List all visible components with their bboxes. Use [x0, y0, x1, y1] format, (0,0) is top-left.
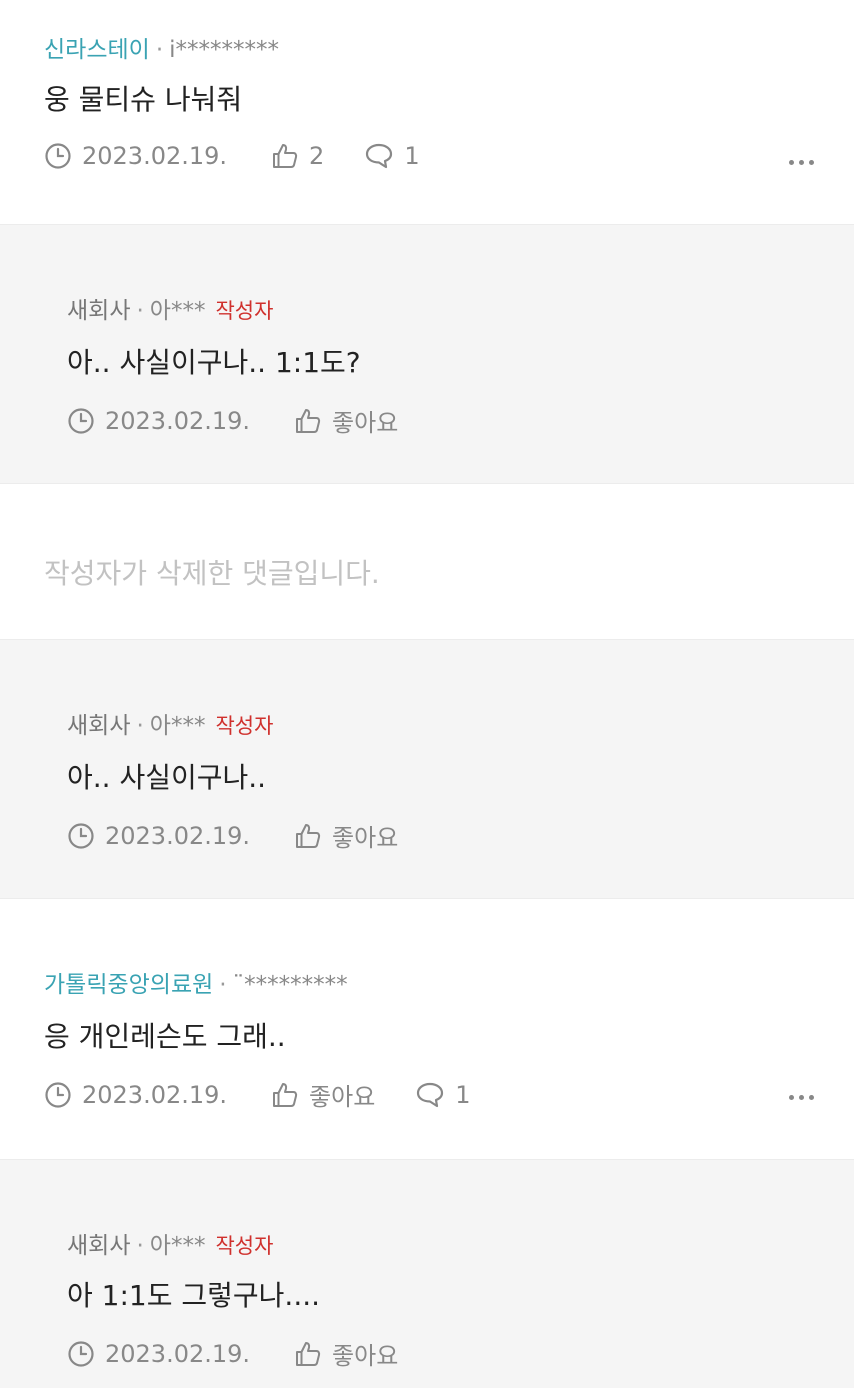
- comment-footer: 2023.02.19. 좋아요 1: [44, 1077, 471, 1112]
- clock-icon: [45, 143, 71, 169]
- company-name[interactable]: 새회사: [67, 1233, 130, 1259]
- like-label: 좋아요: [332, 824, 399, 852]
- reply-item: 새회사 · 아*** 작성자 아.. 사실이구나.. 2023.02.19. 좋아요: [0, 640, 854, 899]
- user-id: 아***: [149, 713, 206, 739]
- deleted-comment-text: 작성자가 삭제한 댓글입니다.: [44, 557, 380, 590]
- comment-date: 2023.02.19.: [105, 821, 251, 850]
- separator-dot: ·: [136, 298, 144, 324]
- separator-dot: ·: [136, 1233, 144, 1259]
- reply-item: 새회사 · 아*** 작성자 아 1:1도 그렇구나.... 2023.02.19. …: [0, 1160, 854, 1388]
- like-button[interactable]: 좋아요: [294, 818, 398, 853]
- user-id: ¨*********: [232, 972, 348, 998]
- reply-button[interactable]: 1: [415, 1080, 471, 1109]
- speech-bubble-icon: [366, 143, 393, 169]
- comment-meta: 신라스테이 · i*********: [44, 30, 279, 64]
- reply-button[interactable]: 1: [364, 142, 420, 170]
- comment-meta: 새회사 · 아*** 작성자: [67, 706, 273, 740]
- like-button[interactable]: 좋아요: [271, 1077, 375, 1112]
- comment-footer: 2023.02.19. 2 1: [44, 142, 420, 170]
- like-label: 좋아요: [309, 1083, 376, 1111]
- like-count: 2: [309, 142, 325, 170]
- comment-date: 2023.02.19.: [82, 142, 228, 170]
- comment-meta: 가톨릭중앙의료원 · ¨*********: [44, 965, 348, 999]
- clock-icon: [68, 822, 94, 849]
- user-id: i*********: [169, 37, 280, 63]
- company-name[interactable]: 신라스테이: [44, 37, 150, 63]
- separator-dot: ·: [155, 37, 164, 63]
- clock-icon: [45, 1081, 71, 1108]
- comment-text: 아.. 사실이구나.. 1:1도?: [67, 346, 361, 379]
- like-button[interactable]: 2: [271, 142, 324, 170]
- author-badge: 작성자: [215, 299, 274, 323]
- timestamp: 2023.02.19.: [67, 822, 250, 850]
- timestamp: 2023.02.19.: [44, 1081, 227, 1109]
- timestamp: 2023.02.19.: [67, 407, 250, 435]
- thumbs-up-icon: [273, 144, 298, 168]
- clock-icon: [68, 1340, 94, 1367]
- reply-count: 1: [404, 142, 420, 170]
- separator-dot: ·: [136, 713, 144, 739]
- reply-item: 새회사 · 아*** 작성자 아.. 사실이구나.. 1:1도? 2023.02.19…: [0, 225, 854, 484]
- comment-text: 아.. 사실이구나..: [67, 761, 267, 794]
- user-id: 아***: [149, 298, 206, 324]
- comment-date: 2023.02.19.: [105, 1339, 251, 1368]
- like-label: 좋아요: [332, 1342, 399, 1370]
- thumbs-up-icon: [273, 1082, 298, 1107]
- comment-meta: 새회사 · 아*** 작성자: [67, 1226, 273, 1260]
- clock-icon: [68, 407, 94, 434]
- company-name[interactable]: 가톨릭중앙의료원: [44, 972, 213, 998]
- company-name[interactable]: 새회사: [67, 713, 130, 739]
- author-badge: 작성자: [215, 1234, 274, 1258]
- comment-footer: 2023.02.19. 좋아요: [67, 1336, 398, 1371]
- comment-text: 응 개인레슨도 그래..: [44, 1020, 286, 1053]
- comment-footer: 2023.02.19. 좋아요: [67, 818, 398, 853]
- comment-item: 신라스테이 · i********* 웅 물티슈 나눠줘 2023.02.19. 2…: [0, 0, 854, 225]
- more-options-icon[interactable]: [789, 1095, 814, 1100]
- author-badge: 작성자: [215, 714, 274, 738]
- user-id: 아***: [149, 1233, 206, 1259]
- timestamp: 2023.02.19.: [67, 1340, 250, 1368]
- comment-footer: 2023.02.19. 좋아요: [67, 403, 398, 438]
- comment-date: 2023.02.19.: [82, 1080, 228, 1109]
- thumbs-up-icon: [296, 408, 321, 433]
- like-label: 좋아요: [332, 409, 399, 437]
- thumbs-up-icon: [296, 1341, 321, 1366]
- company-name[interactable]: 새회사: [67, 298, 130, 324]
- comment-item: 가톨릭중앙의료원 · ¨********* 응 개인레슨도 그래.. 2023.02…: [0, 899, 854, 1160]
- like-button[interactable]: 좋아요: [294, 1336, 398, 1371]
- comment-date: 2023.02.19.: [105, 406, 251, 435]
- like-button[interactable]: 좋아요: [294, 403, 398, 438]
- comment-meta: 새회사 · 아*** 작성자: [67, 291, 273, 325]
- reply-count: 1: [455, 1080, 471, 1109]
- separator-dot: ·: [219, 972, 227, 998]
- comment-text: 웅 물티슈 나눠줘: [44, 83, 243, 116]
- timestamp: 2023.02.19.: [44, 142, 227, 170]
- comment-text: 아 1:1도 그렇구나....: [67, 1279, 321, 1312]
- speech-bubble-icon: [417, 1082, 444, 1107]
- deleted-comment: 작성자가 삭제한 댓글입니다.: [0, 484, 854, 640]
- thumbs-up-icon: [296, 823, 321, 848]
- more-options-icon[interactable]: [789, 160, 814, 165]
